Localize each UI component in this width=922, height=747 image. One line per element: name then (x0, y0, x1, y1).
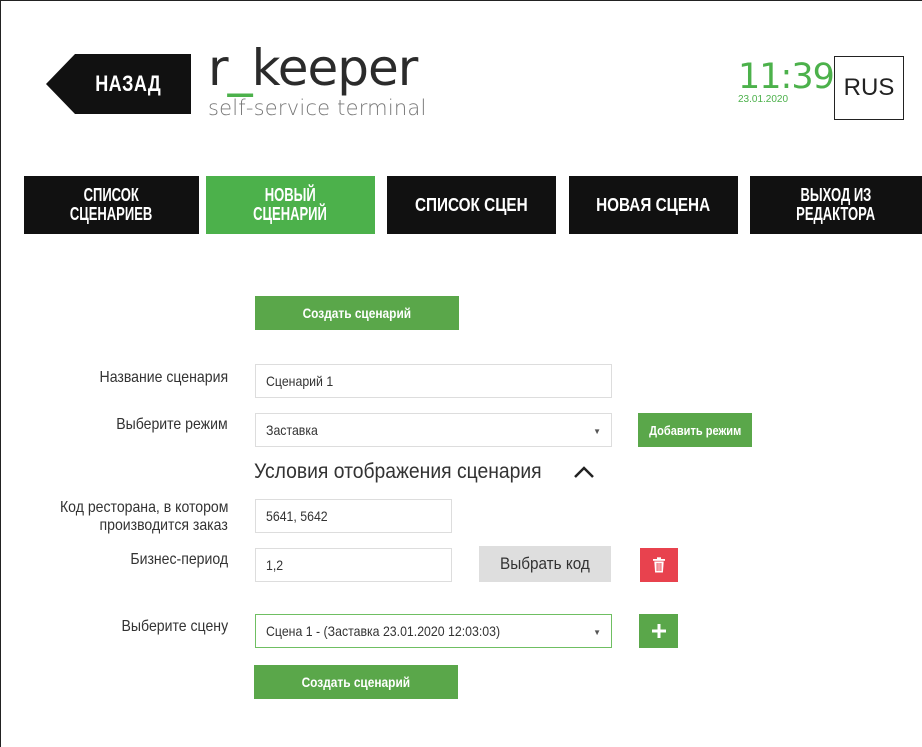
clock: 11:39 23.01.2020 (738, 57, 835, 105)
app-logo: r_keeper self-service terminal (208, 38, 427, 120)
scene-label: Выберите сцену (121, 618, 228, 635)
button-label: Создать сценарий (301, 674, 411, 690)
tab-label: НОВАЯ СЦЕНА (596, 194, 711, 215)
tab-label-line1: СПИСОК (83, 185, 140, 205)
scene-select[interactable]: Сцена 1 - (Заставка 23.01.2020 12:03:03)… (255, 614, 612, 648)
chevron-up-icon (573, 466, 594, 478)
add-scene-button[interactable] (639, 614, 678, 648)
tab-label-line1: ВЫХОД ИЗ (800, 185, 872, 205)
restaurant-code-input[interactable]: 5641, 5642 (255, 499, 452, 533)
trash-icon (653, 557, 665, 573)
input-value: Сценарий 1 (266, 373, 334, 389)
tab-scenario-list[interactable]: СПИСОК СЦЕНАРИЕВ (24, 176, 199, 234)
button-label: Добавить режим (648, 422, 742, 438)
tab-label-line1: НОВЫЙ (264, 185, 316, 205)
delete-button[interactable] (640, 548, 678, 582)
tab-scene-list[interactable]: СПИСОК СЦЕН (387, 176, 556, 234)
tab-new-scenario[interactable]: НОВЫЙ СЦЕНАРИЙ (206, 176, 375, 234)
scenario-name-label: Название сценария (99, 369, 228, 386)
button-label: Выбрать код (500, 554, 590, 573)
scenario-name-input[interactable]: Сценарий 1 (255, 364, 612, 398)
tab-label-line2: РЕДАКТОРА (796, 204, 876, 224)
back-button[interactable]: НАЗАД (46, 54, 191, 114)
tab-exit-editor[interactable]: ВЫХОД ИЗ РЕДАКТОРА (750, 176, 922, 234)
tab-new-scene[interactable]: НОВАЯ СЦЕНА (569, 176, 738, 234)
create-scenario-bottom-button[interactable]: Создать сценарий (254, 665, 458, 699)
input-value: 5641, 5642 (266, 508, 328, 524)
select-value: Заставка (266, 422, 318, 438)
business-period-label: Бизнес-период (130, 551, 228, 568)
input-value: 1,2 (266, 557, 284, 573)
chevron-down-icon: ▼ (593, 628, 601, 637)
tab-label-line2: СЦЕНАРИЙ (253, 204, 328, 224)
create-scenario-top-button[interactable]: Создать сценарий (255, 296, 459, 330)
tab-label: СПИСОК СЦЕН (415, 194, 528, 215)
conditions-toggle[interactable]: Условия отображения сценария (254, 460, 595, 484)
back-button-label: НАЗАД (95, 71, 162, 96)
button-label: Создать сценарий (302, 305, 412, 321)
clock-time: 11:39 (738, 57, 835, 97)
business-period-input[interactable]: 1,2 (255, 548, 452, 582)
logo-subtitle: self-service terminal (208, 96, 427, 120)
chevron-down-icon: ▼ (593, 427, 601, 436)
logo-wordmark: r_keeper (208, 39, 418, 97)
restaurant-code-label: Код ресторана, в котором производится зак… (59, 499, 228, 534)
tab-label-line2: СЦЕНАРИЕВ (70, 204, 153, 224)
mode-select[interactable]: Заставка ▼ (255, 413, 612, 447)
select-value: Сцена 1 - (Заставка 23.01.2020 12:03:03) (266, 623, 501, 639)
conditions-title: Условия отображения сценария (254, 460, 542, 483)
mode-label: Выберите режим (116, 416, 228, 433)
language-button[interactable]: RUS (834, 56, 904, 120)
add-mode-button[interactable]: Добавить режим (638, 413, 752, 447)
plus-icon (651, 624, 666, 638)
choose-code-button[interactable]: Выбрать код (479, 546, 611, 582)
